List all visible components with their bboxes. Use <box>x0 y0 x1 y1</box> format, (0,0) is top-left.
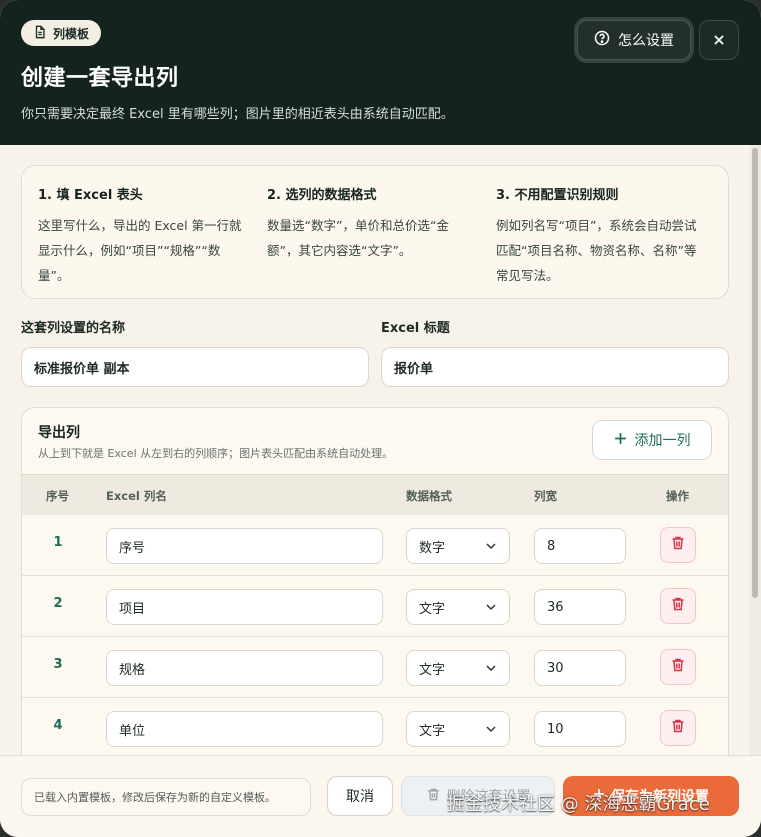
step-body: 这里写什么，导出的 Excel 第一行就显示什么，例如“项目”“规格”“数量”。 <box>38 218 242 283</box>
template-note: 已载入内置模板，修改后保存为新的自定义模板。 <box>21 778 311 816</box>
create-column-set-dialog: 列模板 创建一套导出列 你只需要决定最终 Excel 里有哪些列；图片里的相近表… <box>0 0 761 837</box>
header-width: 列宽 <box>534 489 557 503</box>
chevron-down-icon <box>485 661 497 676</box>
help-button[interactable]: 怎么设置 <box>577 20 691 60</box>
format-value: 文字 <box>419 662 446 678</box>
column-width-input[interactable]: 8 <box>534 528 626 564</box>
column-width-input[interactable]: 36 <box>534 589 626 625</box>
help-button-label: 怎么设置 <box>618 33 674 49</box>
column-name-input[interactable]: 项目 <box>106 589 383 625</box>
trash-icon <box>670 657 686 677</box>
header-actions: 操作 <box>666 489 689 503</box>
step-title: 2. 选列的数据格式 <box>267 188 377 203</box>
format-value: 文字 <box>419 723 446 739</box>
trash-icon <box>670 718 686 738</box>
format-select[interactable]: 文字 <box>406 650 510 686</box>
add-column-label: 添加一列 <box>634 433 691 449</box>
dialog-title: 创建一套导出列 <box>21 66 179 91</box>
format-select[interactable]: 文字 <box>406 589 510 625</box>
delete-row-button[interactable] <box>660 527 696 563</box>
dialog-header: 列模板 创建一套导出列 你只需要决定最终 Excel 里有哪些列；图片里的相近表… <box>0 0 761 145</box>
row-index: 2 <box>53 596 63 611</box>
chevron-down-icon <box>485 600 497 615</box>
format-select[interactable]: 文字 <box>406 711 510 747</box>
step-title: 3. 不用配置识别规则 <box>496 188 619 203</box>
delete-row-button[interactable] <box>660 588 696 624</box>
row-index: 4 <box>53 718 63 733</box>
row-index: 3 <box>53 657 63 672</box>
format-value: 数字 <box>419 540 446 556</box>
badge-label: 列模板 <box>53 26 90 41</box>
format-value: 文字 <box>419 601 446 617</box>
header-column-name: Excel 列名 <box>106 489 167 503</box>
step-body: 数量选“数字”，单价和总价选“金额”，其它内容选“文字”。 <box>267 218 449 258</box>
set-name-label: 这套列设置的名称 <box>21 321 126 336</box>
column-name-input[interactable]: 规格 <box>106 650 383 686</box>
instructions-panel: 1. 填 Excel 表头 这里写什么，导出的 Excel 第一行就显示什么，例… <box>21 165 729 299</box>
step-3: 3. 不用配置识别规则 例如列名写“项目”，系统会自动尝试匹配“项目名称、物资名… <box>496 184 708 288</box>
column-name-input[interactable]: 单位 <box>106 711 383 747</box>
step-1: 1. 填 Excel 表头 这里写什么，导出的 Excel 第一行就显示什么，例… <box>38 184 250 288</box>
table-row: 2 项目 文字 36 <box>22 576 728 637</box>
add-column-button[interactable]: 添加一列 <box>592 420 712 460</box>
close-button[interactable] <box>699 20 739 60</box>
trash-icon <box>426 787 441 806</box>
delete-row-button[interactable] <box>660 710 696 746</box>
header-index: 序号 <box>46 489 69 503</box>
document-icon <box>33 25 47 42</box>
plus-icon <box>614 432 627 449</box>
help-icon <box>594 30 610 50</box>
step-body: 例如列名写“项目”，系统会自动尝试匹配“项目名称、物资名称、名称”等常见写法。 <box>496 218 697 283</box>
excel-title-input[interactable]: 报价单 <box>381 347 729 387</box>
chevron-down-icon <box>485 722 497 737</box>
format-select[interactable]: 数字 <box>406 528 510 564</box>
table-row: 1 序号 数字 8 <box>22 515 728 576</box>
scrollbar-thumb[interactable] <box>752 148 758 598</box>
set-name-input[interactable]: 标准报价单 副本 <box>21 347 369 387</box>
column-width-input[interactable]: 10 <box>534 711 626 747</box>
cancel-button[interactable]: 取消 <box>327 776 393 816</box>
column-name-input[interactable]: 序号 <box>106 528 383 564</box>
dialog-footer: 已载入内置模板，修改后保存为新的自定义模板。 取消 删除这套设置 保存为新列设置… <box>0 755 761 837</box>
table-row: 4 单位 文字 10 <box>22 698 728 759</box>
columns-subtitle: 从上到下就是 Excel 从左到右的列顺序；图片表头匹配由系统自动处理。 <box>38 447 394 460</box>
template-badge: 列模板 <box>21 20 102 46</box>
chevron-down-icon <box>485 539 497 554</box>
column-width-input[interactable]: 30 <box>534 650 626 686</box>
dialog-subtitle: 你只需要决定最终 Excel 里有哪些列；图片里的相近表头由系统自动匹配。 <box>21 107 454 122</box>
trash-icon <box>670 535 686 555</box>
trash-icon <box>670 596 686 616</box>
header-format: 数据格式 <box>406 489 452 503</box>
table-row: 3 规格 文字 30 <box>22 637 728 698</box>
row-index: 1 <box>53 535 63 550</box>
delete-row-button[interactable] <box>660 649 696 685</box>
columns-title: 导出列 <box>38 425 80 441</box>
close-icon <box>713 31 725 50</box>
step-title: 1. 填 Excel 表头 <box>38 188 143 203</box>
step-2: 2. 选列的数据格式 数量选“数字”，单价和总价选“金额”，其它内容选“文字”。 <box>267 184 479 263</box>
table-header: 序号 Excel 列名 数据格式 列宽 操作 <box>22 474 728 516</box>
watermark-text: 掘金技术社区 @ 深海恶霸Grace <box>447 794 710 815</box>
excel-title-label: Excel 标题 <box>381 321 450 336</box>
